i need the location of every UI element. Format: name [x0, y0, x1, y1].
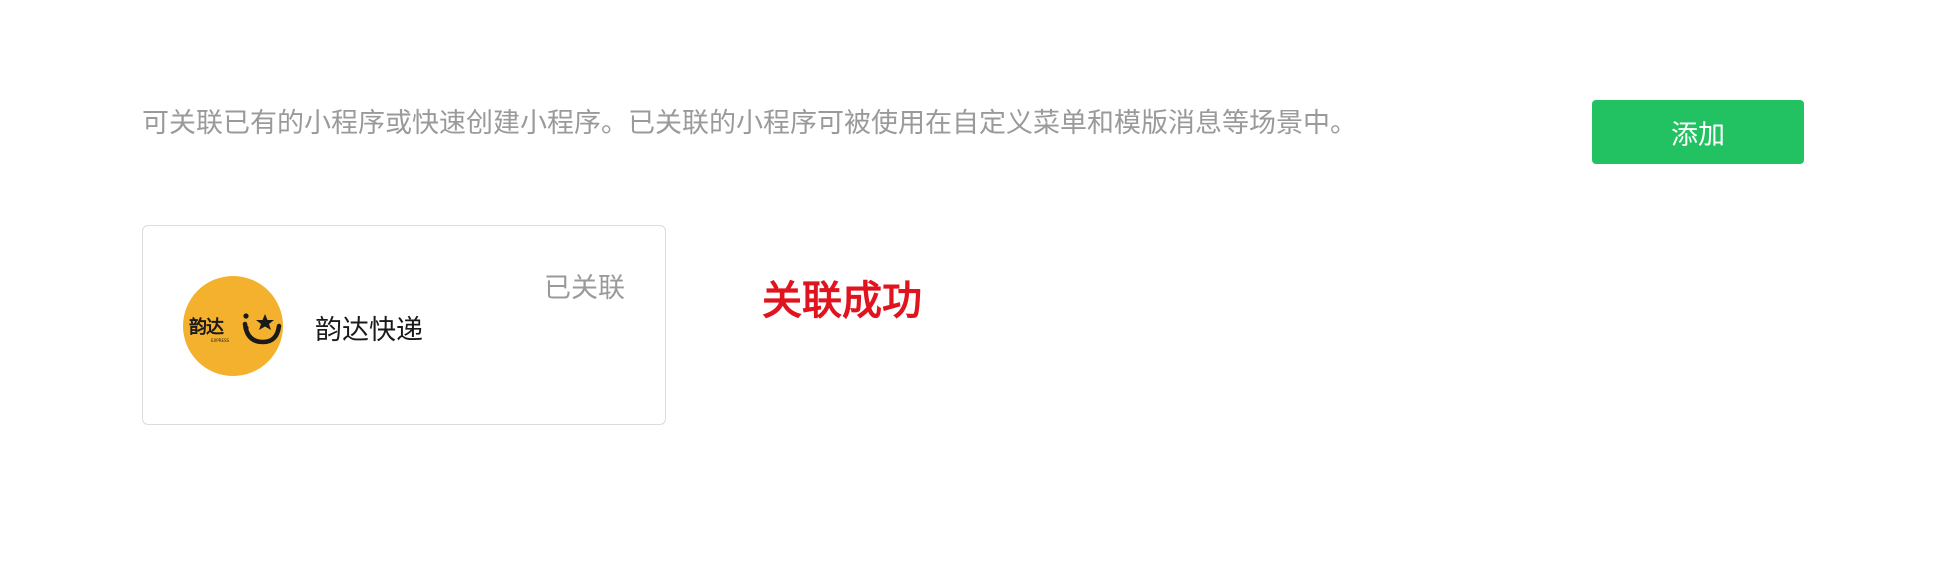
linked-app-card[interactable]: 已关联 韵达 EXPRESS 韵达快递 [142, 225, 666, 425]
app-name: 韵达快递 [315, 315, 423, 346]
success-toast: 关联成功 [762, 278, 922, 324]
linked-status-label: 已关联 [544, 273, 625, 304]
page-description: 可关联已有的小程序或快速创建小程序。已关联的小程序可被使用在自定义菜单和模版消息… [142, 108, 1357, 139]
logo-subtext: EXPRESS [211, 338, 230, 343]
logo-text: 韵达 [189, 317, 224, 338]
app-logo: 韵达 EXPRESS [183, 276, 283, 376]
mini-program-management-page: 可关联已有的小程序或快速创建小程序。已关联的小程序可被使用在自定义菜单和模版消息… [0, 0, 1936, 588]
add-button[interactable]: 添加 [1592, 100, 1804, 164]
